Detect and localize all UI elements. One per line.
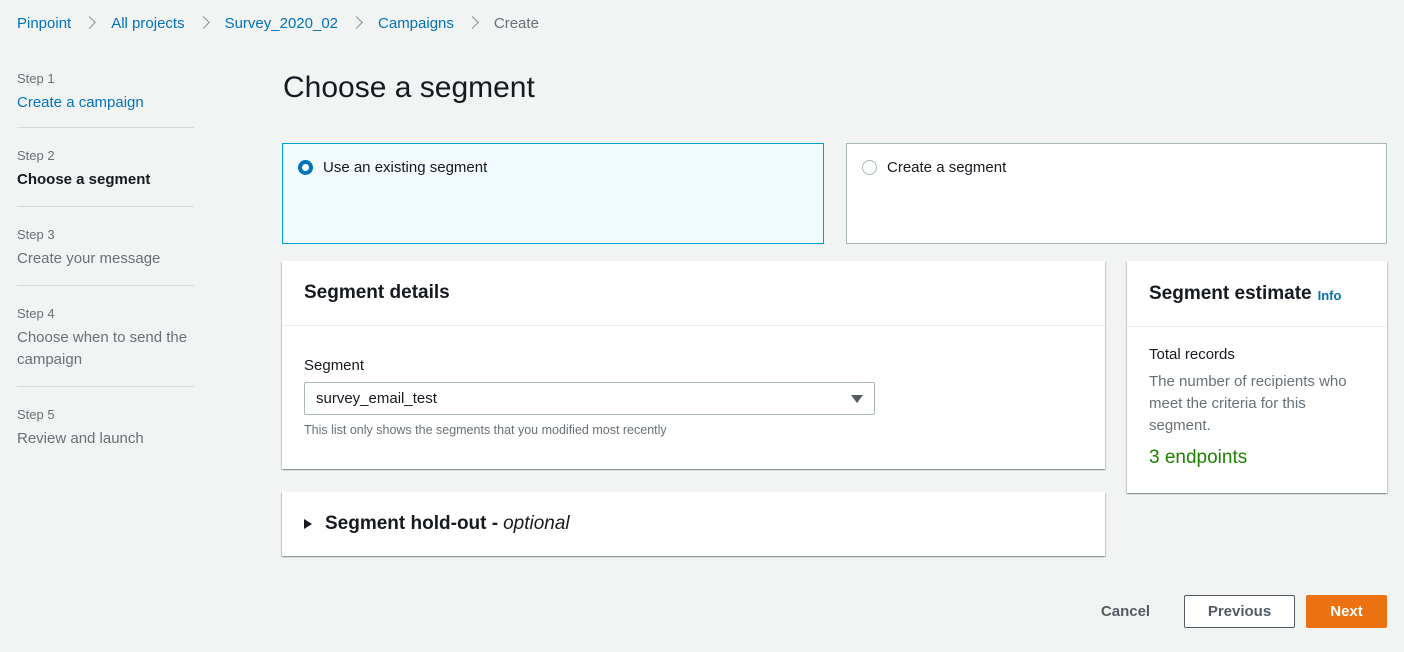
caret-down-icon bbox=[851, 394, 863, 403]
step-number: Step 3 bbox=[17, 227, 55, 242]
step-link-create-campaign[interactable]: Create a campaign bbox=[17, 92, 194, 114]
panel-header: Segment estimate Info bbox=[1127, 261, 1387, 327]
previous-button[interactable]: Previous bbox=[1184, 595, 1295, 628]
breadcrumb-project[interactable]: Survey_2020_02 bbox=[225, 15, 338, 32]
segment-field-label: Segment bbox=[304, 357, 365, 374]
step-title-review-launch: Review and launch bbox=[17, 430, 144, 447]
breadcrumb-current: Create bbox=[493, 14, 539, 32]
total-records-label: Total records bbox=[1149, 346, 1235, 363]
breadcrumb: Pinpoint All projects Survey_2020_02 Cam… bbox=[17, 12, 539, 34]
holdout-optional: optional bbox=[503, 513, 570, 534]
breadcrumb-pinpoint[interactable]: Pinpoint bbox=[17, 15, 71, 32]
tile-create-segment[interactable]: Create a segment bbox=[846, 143, 1387, 244]
tile-use-existing-segment[interactable]: Use an existing segment bbox=[282, 143, 824, 244]
wizard-steps: Step 1 Create a campaign Step 2 Choose a… bbox=[17, 70, 194, 450]
page-title: Choose a segment bbox=[283, 71, 535, 104]
segment-holdout-panel: Segment hold-out - optional bbox=[282, 492, 1105, 556]
endpoints-count: 3 endpoints bbox=[1149, 447, 1248, 468]
segment-details-panel: Segment details Segment survey_email_tes… bbox=[282, 261, 1105, 469]
step-number: Step 4 bbox=[17, 306, 55, 321]
step-number: Step 2 bbox=[17, 148, 55, 163]
tile-label: Create a segment bbox=[887, 159, 1007, 176]
step-number: Step 1 bbox=[17, 71, 55, 86]
segment-hint: This list only shows the segments that y… bbox=[304, 423, 667, 437]
total-records-description: The number of recipients who meet the cr… bbox=[1149, 373, 1347, 434]
next-button[interactable]: Next bbox=[1306, 595, 1387, 628]
tile-label: Use an existing segment bbox=[323, 159, 488, 176]
chevron-right-icon bbox=[463, 12, 485, 34]
segment-select[interactable]: survey_email_test bbox=[304, 382, 875, 415]
step-5: Step 5 Review and launch bbox=[17, 387, 194, 450]
step-1: Step 1 Create a campaign bbox=[17, 70, 194, 128]
step-4: Step 4 Choose when to send the campaign bbox=[17, 286, 194, 387]
step-number: Step 5 bbox=[17, 407, 55, 422]
step-title-choose-segment: Choose a segment bbox=[17, 171, 151, 188]
segment-estimate-panel: Segment estimate Info Total records The … bbox=[1127, 261, 1387, 493]
radio-button[interactable] bbox=[862, 160, 877, 175]
chevron-right-icon bbox=[80, 12, 102, 34]
breadcrumb-all-projects[interactable]: All projects bbox=[111, 15, 184, 32]
estimate-title: Segment estimate bbox=[1149, 282, 1312, 304]
step-3: Step 3 Create your message bbox=[17, 207, 194, 286]
segment-select-value: survey_email_test bbox=[316, 390, 437, 407]
info-link[interactable]: Info bbox=[1318, 288, 1342, 303]
holdout-title: Segment hold-out - bbox=[325, 513, 499, 534]
holdout-expander[interactable]: Segment hold-out - optional bbox=[282, 492, 1105, 556]
breadcrumb-campaigns[interactable]: Campaigns bbox=[378, 15, 454, 32]
panel-header: Segment details bbox=[282, 261, 1105, 326]
caret-right-icon bbox=[304, 519, 312, 529]
step-2: Step 2 Choose a segment bbox=[17, 128, 194, 207]
cancel-button[interactable]: Cancel bbox=[1088, 595, 1163, 628]
chevron-right-icon bbox=[194, 12, 216, 34]
radio-button-checked[interactable] bbox=[298, 160, 313, 175]
step-title-create-message: Create your message bbox=[17, 250, 161, 267]
chevron-right-icon bbox=[347, 12, 369, 34]
step-title-choose-when: Choose when to send the campaign bbox=[17, 329, 188, 368]
